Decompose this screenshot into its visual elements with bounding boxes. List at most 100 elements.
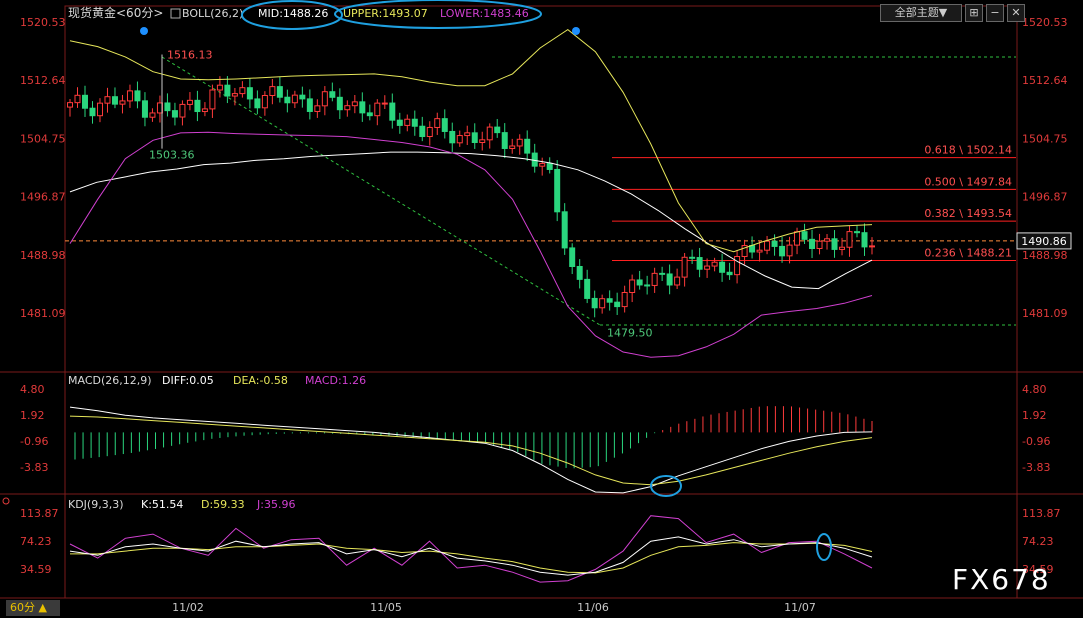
x-date-label: 11/02 (172, 601, 204, 614)
price-tick-left: 1496.87 (20, 191, 66, 204)
candle-body (456, 135, 463, 144)
indicator-icon (170, 8, 181, 19)
candle-body (89, 107, 96, 117)
macd-tick-left: 4.80 (20, 383, 45, 396)
candle-body (576, 265, 583, 280)
kdj-d-line (70, 542, 873, 574)
candle-body (209, 89, 216, 110)
macd-label: MACD(26,12,9) (68, 374, 152, 387)
close-icon[interactable]: ✕ (1007, 4, 1025, 22)
x-date-label: 11/06 (577, 601, 609, 614)
candle-body (449, 130, 456, 144)
candle-body (411, 118, 418, 127)
candle-body (104, 96, 111, 104)
kdj-tick-left: 74.23 (20, 535, 52, 548)
boll-label: BOLL(26,2) (182, 7, 243, 20)
candle-body (464, 132, 471, 137)
candle-body (719, 261, 726, 273)
candle-body (291, 94, 298, 104)
event-dot-icon (140, 27, 148, 35)
candle-body (629, 279, 636, 293)
candle-body (689, 256, 696, 259)
candle-body (554, 168, 561, 213)
macd-tick-right: -3.83 (1022, 461, 1050, 474)
theme-select-button[interactable]: 全部主题▼ (880, 4, 962, 22)
fib-level-label: 0.236 \ 1488.21 (924, 246, 1012, 259)
fib-level-label: 0.382 \ 1493.54 (924, 207, 1012, 220)
candle-body (374, 102, 381, 117)
macd-diff-label: DIFF:0.05 (162, 374, 214, 387)
candle-body (486, 126, 493, 141)
candle-body (471, 132, 478, 143)
candle-body (276, 86, 283, 98)
candle-body (561, 211, 568, 249)
candle-body (389, 102, 396, 121)
candle-body (786, 244, 793, 257)
fib-level-label: 0.618 \ 1502.14 (924, 144, 1012, 157)
candle-body (614, 301, 621, 308)
candle-body (749, 245, 756, 253)
candle-body (441, 118, 448, 132)
macd-tick-right: 1.92 (1022, 409, 1047, 422)
candle-body (299, 94, 306, 100)
annotation-low: 1503.36 (149, 149, 195, 162)
macd-tick-left: -0.96 (20, 435, 48, 448)
candle-body (696, 257, 703, 270)
candle-body (231, 93, 238, 97)
candle-body (846, 231, 853, 248)
candle-body (179, 103, 186, 118)
candle-body (314, 105, 321, 112)
candle-body (516, 138, 523, 147)
candle-body (351, 101, 358, 107)
candle-body (479, 139, 486, 143)
kdj-tick-right: 74.23 (1022, 535, 1054, 548)
candle-body (756, 249, 763, 253)
highlight-circle (650, 475, 682, 497)
minimize-icon[interactable]: − (986, 4, 1004, 22)
fib-level-label: 0.500 \ 1497.84 (924, 175, 1012, 188)
candle-body (644, 284, 651, 287)
boll-mid-line (69, 151, 873, 290)
boll-upper-line (69, 28, 873, 253)
candle-body (344, 105, 351, 111)
candle-body (254, 98, 261, 109)
instrument-title: 现货黄金<60分> (68, 5, 163, 20)
candle-body (599, 298, 606, 309)
candle-body (74, 94, 81, 104)
candle-body (284, 96, 291, 104)
candle-body (419, 125, 426, 138)
candle-body (359, 101, 366, 114)
price-tick-right: 1481.09 (1022, 307, 1068, 320)
price-tick-left: 1504.75 (20, 132, 66, 145)
candle-body (734, 255, 741, 276)
price-tick-right: 1504.75 (1022, 132, 1068, 145)
candle-body (839, 246, 846, 250)
candle-body (666, 273, 673, 286)
candle-body (869, 245, 875, 248)
candle-body (126, 90, 133, 102)
candle-body (794, 231, 801, 246)
macd-dea-label: DEA:-0.58 (233, 374, 288, 387)
candle-body (201, 108, 208, 113)
chart-canvas: 1520.53 1520.53 1512.64 1512.64 1504.75 1504.… (0, 0, 1083, 614)
candle-body (404, 118, 411, 126)
candle-body (239, 87, 246, 95)
kdj-tick-left: 34.59 (20, 563, 52, 576)
candle-body (801, 231, 808, 240)
candle-body (171, 110, 178, 118)
candle-body (269, 86, 276, 97)
candle-body (246, 87, 253, 100)
mid-label: MID:1488.26 (258, 7, 328, 20)
candle-body (771, 240, 778, 247)
kdj-d-label: D:59.33 (201, 498, 245, 511)
kdj-j-label: J:35.96 (256, 498, 295, 511)
x-date-label: 11/05 (370, 601, 402, 614)
price-tick-left: 1520.53 (20, 16, 66, 29)
candle-body (539, 163, 546, 167)
candle-body (164, 102, 171, 112)
timeframe-button[interactable]: 60分 ▲ (6, 600, 60, 616)
candle-body (426, 126, 433, 138)
grid-icon[interactable]: ⊞ (965, 4, 983, 22)
candle-body (434, 118, 441, 128)
macd-tick-right: 4.80 (1022, 383, 1047, 396)
